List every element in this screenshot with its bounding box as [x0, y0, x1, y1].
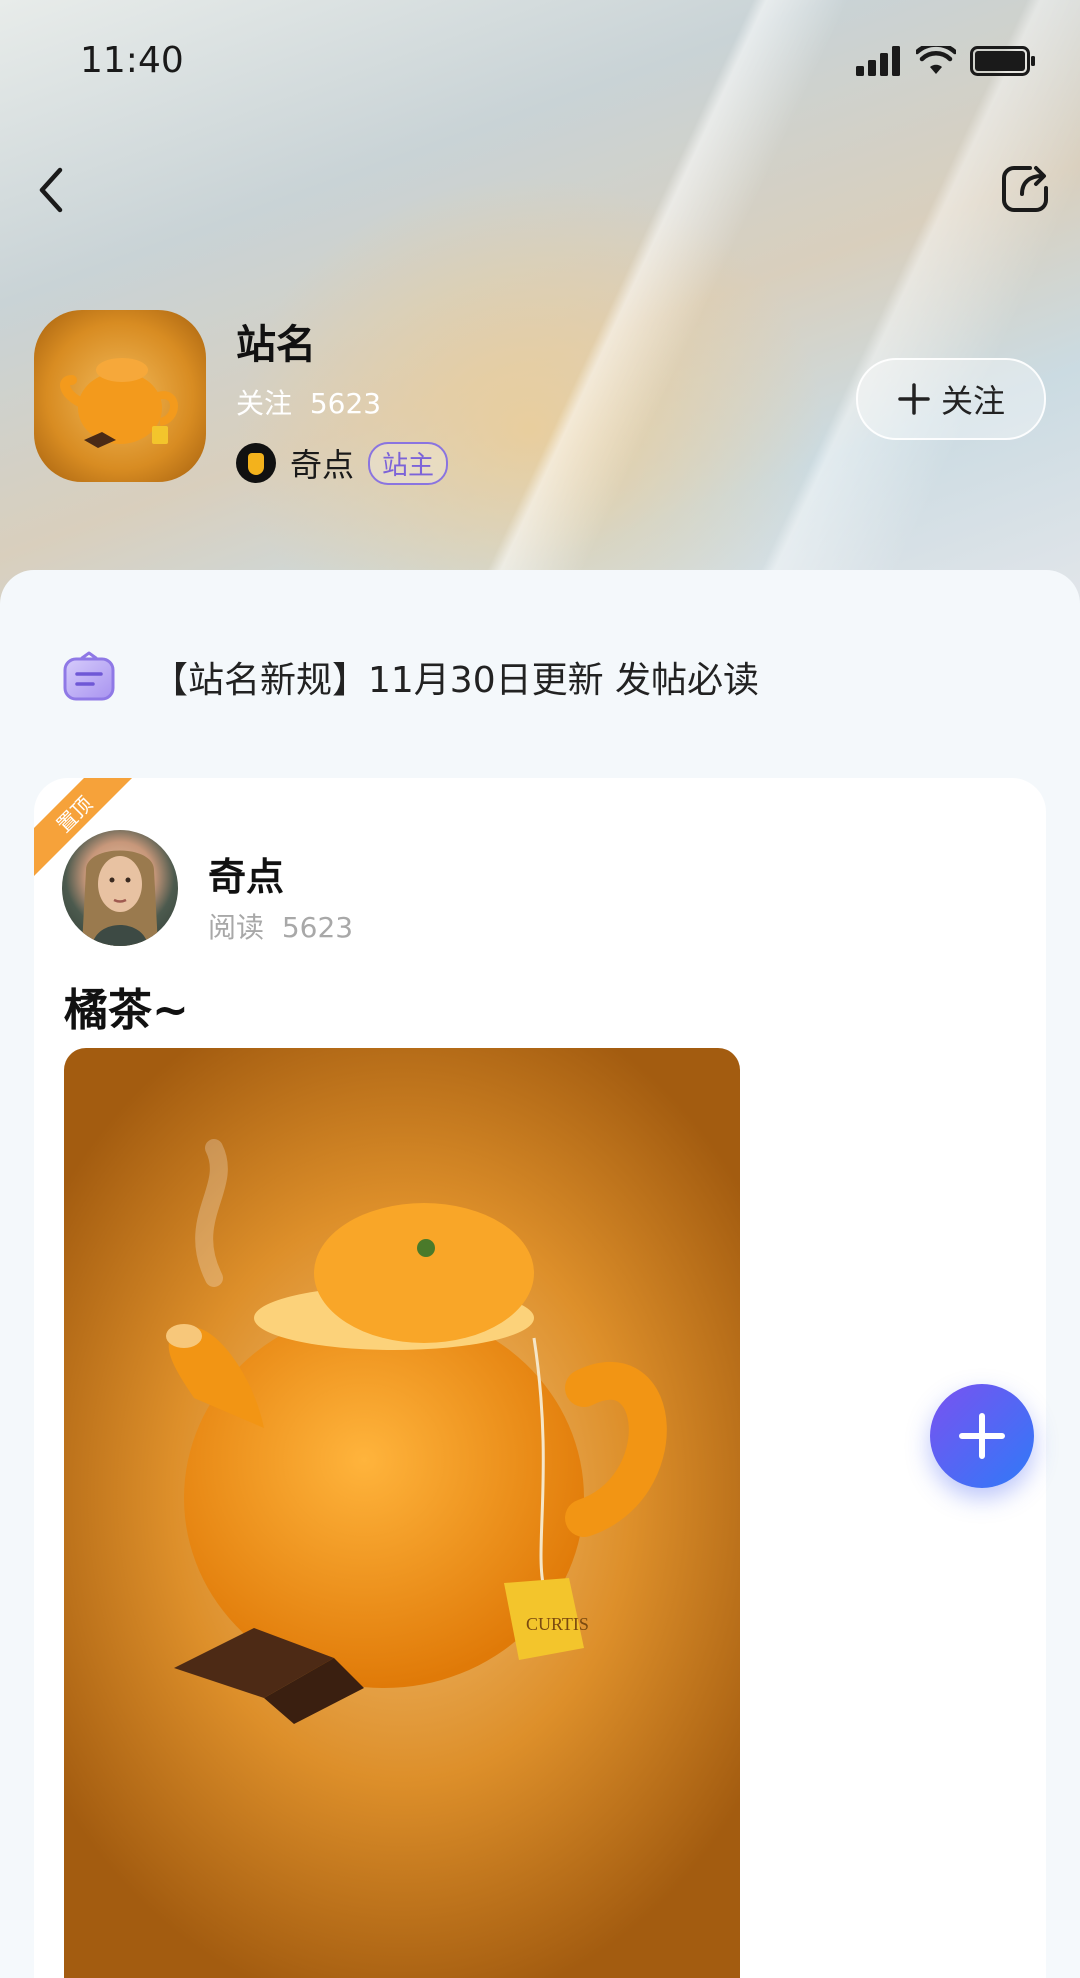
follow-count: 关注 5623: [236, 382, 381, 422]
owner-name: 奇点: [290, 446, 355, 484]
back-icon[interactable]: [26, 160, 86, 220]
site-owner[interactable]: 奇点 站主: [236, 440, 449, 486]
read-count: 阅读 5623: [208, 906, 353, 946]
site-avatar: [34, 310, 206, 482]
notice-bar[interactable]: 【站名新规】11月30日更新 发帖必读: [62, 650, 759, 704]
owner-badge: 站主: [368, 441, 449, 485]
notice-icon: [63, 651, 115, 701]
follow-number: 5623: [309, 387, 382, 420]
signal-icon: [856, 46, 900, 76]
post-card[interactable]: 置顶 奇点 阅读 5623 橘茶~ CURTIS: [34, 778, 1046, 1978]
wifi-icon: [916, 46, 956, 74]
plus-icon: [898, 383, 930, 415]
orange-teapot-illustration: CURTIS: [166, 1139, 667, 1724]
author-name[interactable]: 奇点: [208, 846, 284, 901]
follow-label: 关注: [236, 387, 293, 420]
plus-icon: [959, 1413, 1005, 1459]
owner-avatar: [236, 443, 276, 483]
post-title: 橘茶~: [64, 985, 189, 1036]
share-icon[interactable]: [1000, 162, 1052, 214]
svg-text:CURTIS: CURTIS: [526, 1614, 589, 1634]
read-label: 阅读: [208, 911, 265, 944]
add-post-button[interactable]: [930, 1384, 1034, 1488]
battery-icon: [970, 46, 1035, 76]
post-image[interactable]: CURTIS: [64, 1048, 740, 1978]
notice-text: 【站名新规】11月30日更新 发帖必读: [152, 660, 760, 701]
status-icons: [856, 46, 1036, 76]
teapot-image: [60, 358, 178, 448]
author-photo: [82, 850, 158, 946]
author-avatar[interactable]: [62, 830, 178, 946]
read-number: 5623: [281, 911, 354, 944]
follow-button[interactable]: 关注: [856, 358, 1046, 440]
site-name: 站名: [236, 322, 316, 368]
status-time: 11:40: [80, 40, 184, 81]
content-panel: 【站名新规】11月30日更新 发帖必读 置顶 奇点 阅读 5623 橘茶~ CU…: [0, 570, 1080, 1978]
follow-button-label: 关注: [940, 382, 1005, 420]
pin-label: 置顶: [51, 791, 97, 837]
